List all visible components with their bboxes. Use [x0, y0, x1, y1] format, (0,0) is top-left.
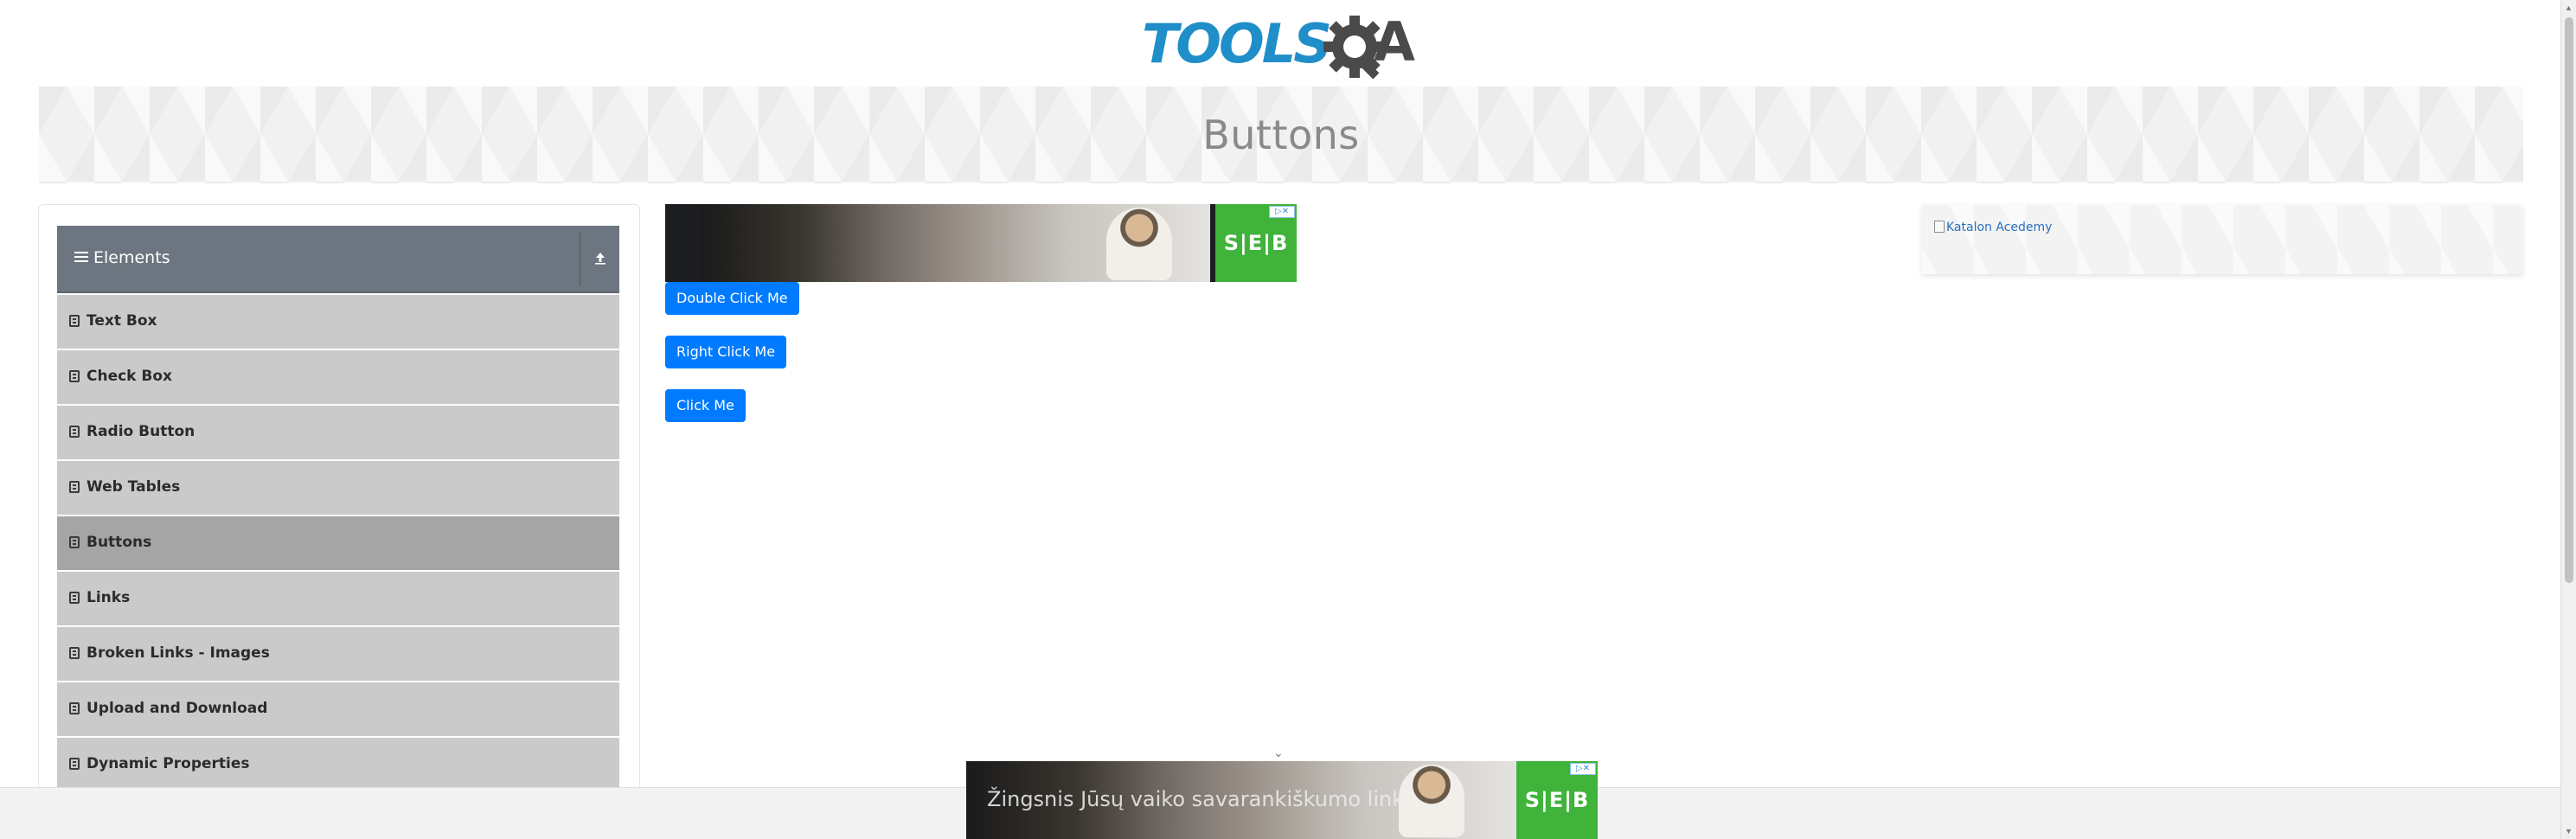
vertical-scrollbar[interactable]: ▲ ▼ — [2560, 0, 2576, 839]
sidebar-item-check-box[interactable]: Check Box — [57, 350, 619, 404]
right-click-button[interactable]: Right Click Me — [665, 336, 787, 368]
hamburger-icon — [74, 248, 90, 267]
document-icon — [69, 536, 80, 548]
ad-photo — [700, 204, 1210, 282]
sidebar-item-label: Radio Button — [87, 423, 195, 440]
click-me-button[interactable]: Click Me — [665, 389, 746, 422]
sidebar-item-label: Web Tables — [87, 478, 181, 496]
document-icon — [69, 592, 80, 604]
document-icon — [69, 315, 80, 327]
group-title: Elements — [74, 248, 170, 267]
sidebar-item-dynamic-properties[interactable]: Dynamic Properties — [57, 738, 619, 791]
group-title-label: Elements — [93, 248, 170, 267]
ad-close-icon[interactable]: ▷✕ — [1269, 206, 1295, 218]
bottom-advertisement[interactable]: Žingsnis Jūsų vaiko savarankiškumo link … — [966, 761, 1598, 839]
sidebar-item-text-box[interactable]: Text Box — [57, 295, 619, 349]
ad-tagline: Žingsnis Jūsų vaiko savarankiškumo link — [987, 787, 1405, 811]
elements-menu: Text Box Check Box Radio Button Web Tabl… — [57, 295, 619, 793]
broken-image-alt: Katalon Acedemy — [1946, 221, 2053, 234]
sidebar-item-label: Upload and Download — [87, 700, 268, 717]
broken-image-icon — [1934, 221, 1945, 233]
scroll-up-icon[interactable]: ▲ — [2565, 3, 2573, 12]
sidebar-item-buttons[interactable]: Buttons — [57, 516, 619, 570]
logo-suffix: A — [1374, 10, 1415, 74]
left-panel: Elements Text Box Check Box Radio Button… — [38, 204, 640, 839]
sidebar-item-web-tables[interactable]: Web Tables — [57, 461, 619, 515]
sidebar-item-label: Check Box — [87, 368, 173, 385]
sidebar-item-upload-and-download[interactable]: Upload and Download — [57, 682, 619, 736]
top-advertisement[interactable]: S|E|B ▷✕ — [665, 204, 1297, 282]
ad-child-image — [1399, 765, 1464, 837]
sidebar-item-label: Broken Links - Images — [87, 644, 270, 662]
document-icon — [69, 647, 80, 659]
sidebar-item-label: Buttons — [87, 534, 152, 551]
sidebar-item-label: Dynamic Properties — [87, 755, 250, 772]
chevron-down-icon[interactable]: ⌄ — [1272, 746, 1285, 759]
document-icon — [69, 426, 80, 438]
page-banner: Buttons — [39, 86, 2523, 183]
double-click-button[interactable]: Double Click Me — [665, 282, 799, 315]
ad-child-image — [1106, 208, 1172, 280]
right-advertisement[interactable]: Katalon Acedemy — [1922, 205, 2522, 274]
document-icon — [69, 481, 80, 493]
broken-image[interactable]: Katalon Acedemy — [1934, 221, 2052, 234]
elements-group-header[interactable]: Elements — [57, 226, 619, 293]
document-icon — [69, 702, 80, 714]
page-title: Buttons — [1202, 112, 1360, 158]
scrollbar-thumb[interactable] — [2565, 17, 2573, 583]
sidebar-item-links[interactable]: Links — [57, 572, 619, 625]
sidebar-item-broken-links-images[interactable]: Broken Links - Images — [57, 627, 619, 681]
collapse-arrow-icon[interactable] — [586, 247, 614, 274]
sidebar-item-label: Text Box — [87, 312, 157, 330]
sidebar-item-radio-button[interactable]: Radio Button — [57, 406, 619, 459]
toolsqa-logo[interactable]: TOOLS A — [1142, 12, 1424, 81]
document-icon — [69, 758, 80, 770]
ad-close-icon[interactable]: ▷✕ — [1570, 763, 1596, 775]
logo-text: TOOLS — [1142, 12, 1332, 75]
scroll-down-icon[interactable]: ▼ — [2565, 827, 2573, 836]
sidebar-item-label: Links — [87, 589, 131, 606]
document-icon — [69, 370, 80, 382]
